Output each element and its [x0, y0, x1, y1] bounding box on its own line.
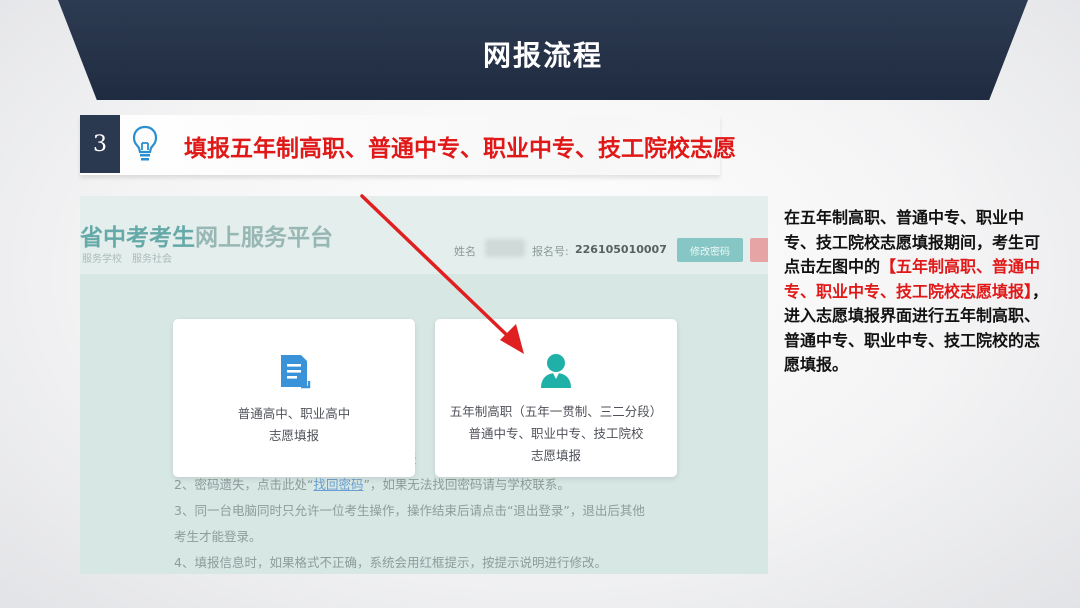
- card-1-line-2: 志愿填报: [268, 428, 319, 443]
- card-1-line-1: 普通高中、职业高中: [237, 406, 351, 421]
- platform-title: 省中考考生网上服务平台: [80, 218, 333, 252]
- platform-subnav: 服务学校 服务社会: [82, 254, 172, 265]
- step-number-badge: 3: [80, 115, 120, 173]
- card-2-line-1: 五年制高职（五年一贯制、三二分段）: [449, 404, 663, 419]
- name-value-blurred: [485, 239, 525, 257]
- step-title: 填报五年制高职、普通中专、职业中专、技工院校志愿: [184, 136, 736, 162]
- page-title: 网报流程: [482, 39, 603, 72]
- platform-screenshot: 省中考考生网上服务平台 服务学校 服务社会 姓名 报名号: 2261050100…: [80, 196, 768, 574]
- reg-value: 226105010007: [575, 243, 667, 256]
- name-label: 姓名: [454, 245, 476, 258]
- instruction-text: 在五年制高职、普通中专、职业中专、技工院校志愿填报期间，考生可点击左图中的【五年…: [784, 206, 1054, 378]
- change-password-button[interactable]: 修改密码: [677, 238, 743, 262]
- document-icon: [281, 355, 311, 389]
- platform-title-main: 省中考考生: [80, 225, 195, 251]
- header-banner: 网报流程: [58, 0, 1028, 100]
- notice-line-4: 考生才能登录。: [174, 529, 262, 544]
- notice-line-2-pre: 2、密码遗失，点击此处“: [174, 477, 314, 492]
- platform-title-dim: 网上服务平台: [195, 225, 333, 251]
- vocational-application-card[interactable]: 五年制高职（五年一贯制、三二分段） 普通中专、职业中专、技工院校 志愿填报: [435, 319, 677, 477]
- logout-button[interactable]: [750, 238, 768, 262]
- reg-label: 报名号:: [532, 245, 569, 258]
- notice-line-5: 4、填报信息时，如果格式不正确，系统会用红框提示，按提示说明进行修改。: [174, 555, 607, 570]
- platform-header: 省中考考生网上服务平台 服务学校 服务社会 姓名 报名号: 2261050100…: [80, 196, 768, 274]
- card-2-line-2: 普通中专、职业中专、技工院校: [468, 426, 644, 441]
- recover-password-link[interactable]: 找回密码: [313, 477, 363, 492]
- notice-line-2-post: ”，如果无法找回密码请与学校联系。: [363, 477, 570, 492]
- card-1-text: 普通高中、职业高中 志愿填报: [173, 403, 415, 447]
- person-icon: [541, 354, 571, 388]
- step-heading: 3 填报五年制高职、普通中专、职业中专、技工院校志愿: [80, 115, 736, 175]
- card-2-text: 五年制高职（五年一贯制、三二分段） 普通中专、职业中专、技工院校 志愿填报: [435, 401, 677, 467]
- lightbulb-icon: [132, 125, 158, 161]
- notice-line-3: 3、同一台电脑同时只允许一位考生操作，操作结束后请点击“退出登录”，退出后其他: [174, 503, 645, 518]
- high-school-application-card[interactable]: 普通高中、职业高中 志愿填报: [173, 319, 415, 477]
- card-2-line-3: 志愿填报: [530, 448, 581, 463]
